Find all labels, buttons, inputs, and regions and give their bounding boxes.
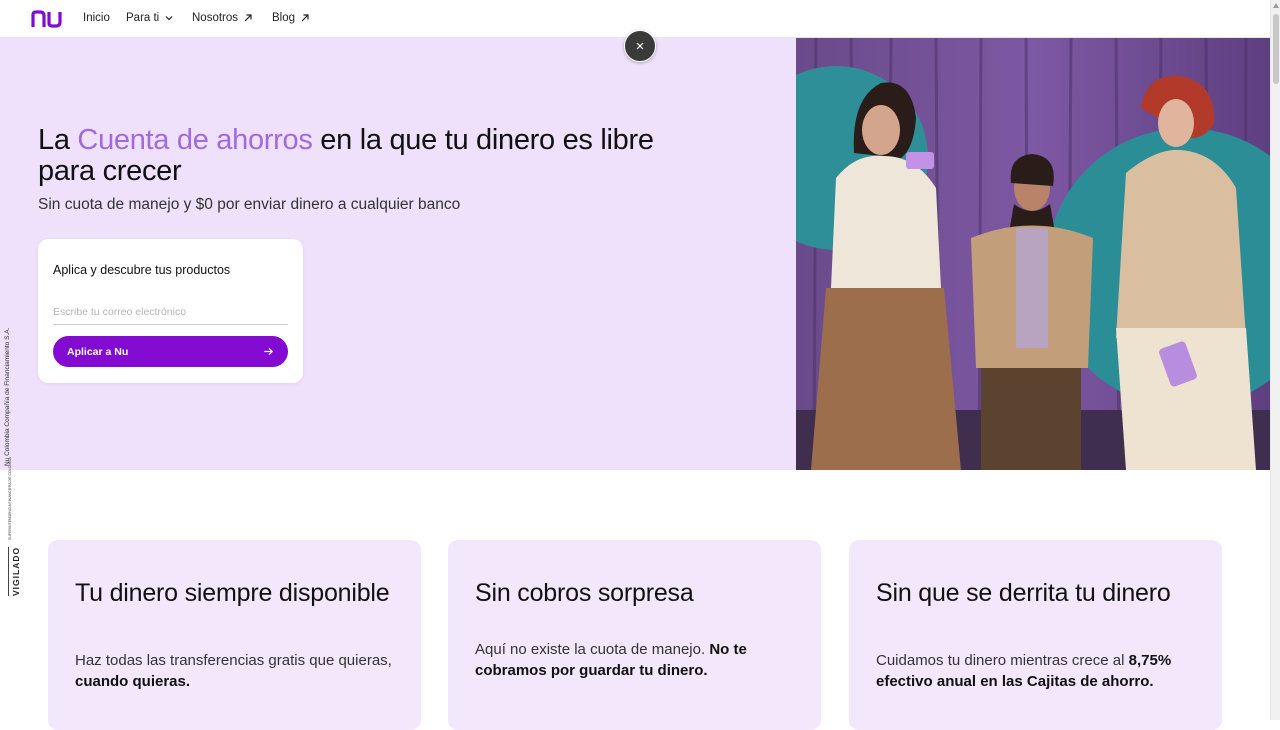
hero-subtitle: Sin cuota de manejo y $0 por enviar dine… bbox=[38, 196, 461, 213]
feature-text: Haz todas las transferencias gratis que … bbox=[75, 650, 405, 692]
people-photo-illustration bbox=[796, 38, 1270, 470]
feature-text-plain: Aquí no existe la cuota de manejo. bbox=[475, 641, 710, 658]
feature-title: Tu dinero siempre disponible bbox=[75, 579, 390, 607]
page-scrollbar[interactable] bbox=[1270, 0, 1280, 720]
scrollbar-thumb[interactable] bbox=[1273, 14, 1279, 84]
nav-item-label: Inicio bbox=[83, 12, 110, 24]
nav-item-blog[interactable]: Blog bbox=[272, 12, 310, 24]
apply-card-title: Aplica y descubre tus productos bbox=[53, 263, 231, 277]
feature-text-bold: cuando quieras. bbox=[75, 673, 191, 690]
feature-text: Aquí no existe la cuota de manejo. No te… bbox=[475, 639, 805, 681]
nav-item-inicio[interactable]: Inicio bbox=[83, 12, 110, 24]
hero-section: La Cuenta de ahorros en la que tu dinero… bbox=[0, 38, 796, 470]
email-input[interactable] bbox=[53, 299, 288, 325]
superintendencia-text: SUPERINTENDENCIA FINANCIERA DE COLOMBIA bbox=[8, 457, 12, 540]
feature-title: Sin cobros sorpresa bbox=[475, 579, 694, 607]
nav-item-label: Nosotros bbox=[192, 12, 239, 24]
feature-card-sin-derrita: Sin que se derrita tu dinero Cuidamos tu… bbox=[849, 540, 1222, 730]
feature-card-sin-cobros: Sin cobros sorpresa Aquí no existe la cu… bbox=[448, 540, 821, 730]
legal-company-text: Nu Colombia Compañía de Financiamiento S… bbox=[4, 327, 11, 466]
close-button[interactable]: × bbox=[624, 30, 656, 62]
feature-title: Sin que se derrita tu dinero bbox=[876, 579, 1171, 607]
close-icon: × bbox=[635, 37, 645, 55]
chevron-down-icon bbox=[165, 16, 173, 21]
external-link-icon bbox=[301, 14, 309, 22]
arrow-right-icon bbox=[264, 347, 274, 356]
apply-button-label: Aplicar a Nu bbox=[67, 345, 129, 358]
nav-item-para-ti[interactable]: Para ti bbox=[126, 12, 174, 24]
hero-photo bbox=[796, 38, 1270, 470]
external-link-icon bbox=[244, 14, 252, 22]
nu-logo-icon[interactable] bbox=[31, 9, 63, 29]
apply-card: Aplica y descubre tus productos Aplicar … bbox=[38, 239, 303, 383]
hero-title-accent: Cuenta de ahorros bbox=[77, 124, 313, 156]
hero-title-pre: La bbox=[38, 124, 78, 156]
nav-item-nosotros[interactable]: Nosotros bbox=[192, 12, 253, 24]
nav-item-label: Blog bbox=[272, 12, 296, 24]
feature-text: Cuidamos tu dinero mientras crece al 8,7… bbox=[876, 650, 1206, 692]
nav-item-label: Para ti bbox=[126, 12, 160, 24]
feature-text-plain: Haz todas las transferencias gratis que … bbox=[75, 652, 392, 669]
feature-card-disponible: Tu dinero siempre disponible Haz todas l… bbox=[48, 540, 421, 730]
vigilado-badge: VIGILADO bbox=[8, 546, 21, 596]
hero-title: La Cuenta de ahorros en la que tu dinero… bbox=[38, 125, 658, 187]
scroll-up-icon[interactable] bbox=[1273, 3, 1279, 8]
apply-button[interactable]: Aplicar a Nu bbox=[53, 336, 288, 367]
feature-text-plain: Cuidamos tu dinero mientras crece al bbox=[876, 652, 1129, 669]
